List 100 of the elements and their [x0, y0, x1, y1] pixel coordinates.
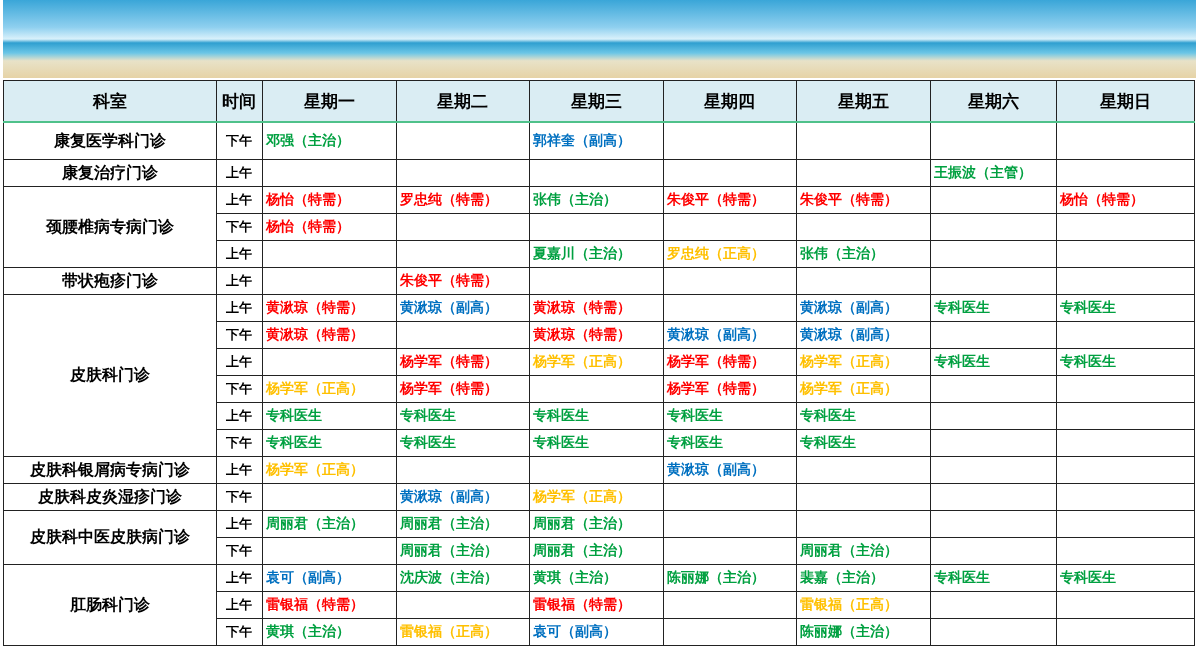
time-cell: 上午: [216, 510, 263, 538]
doctor-cell: 周丽君（主治）: [796, 537, 931, 565]
doctor-cell: 黄湫琼（副高）: [663, 456, 797, 484]
doctor-cell: 专科医生: [796, 429, 931, 457]
column-header: 科室: [3, 80, 217, 122]
time-cell: 下午: [216, 213, 263, 241]
time-cell: 下午: [216, 321, 263, 349]
doctor-cell: 专科医生: [396, 402, 530, 430]
doctor-cell: 黄湫琼（副高）: [796, 321, 931, 349]
time-cell: 上午: [216, 348, 263, 376]
time-cell: 下午: [216, 483, 263, 511]
doctor-cell: 杨学军（正高）: [262, 375, 397, 403]
doctor-cell: 专科医生: [663, 429, 797, 457]
doctor-cell: 邓强（主治）: [262, 122, 397, 160]
doctor-cell: 夏嘉川（主治）: [529, 240, 664, 268]
doctor-cell: 黄湫琼（副高）: [663, 321, 797, 349]
doctor-cell: 陈丽娜（主治）: [663, 564, 797, 592]
time-cell: 下午: [216, 122, 263, 160]
time-cell: 下午: [216, 375, 263, 403]
doctor-cell: 周丽君（主治）: [529, 510, 664, 538]
doctor-cell: 罗忠纯（正高）: [663, 240, 797, 268]
doctor-cell: 专科医生: [663, 402, 797, 430]
doctor-cell: 黄湫琼（副高）: [396, 294, 530, 322]
doctor-cell: 杨学军（正高）: [262, 456, 397, 484]
doctor-cell: 专科医生: [796, 402, 931, 430]
doctor-cell: 黄湫琼（副高）: [796, 294, 931, 322]
doctor-cell: 雷银福（特需）: [262, 591, 397, 619]
time-cell: 上午: [216, 591, 263, 619]
doctor-cell: 杨学军（特需）: [663, 375, 797, 403]
doctor-cell: 黄湫琼（副高）: [396, 483, 530, 511]
doctor-cell: 裴嘉（主治）: [796, 564, 931, 592]
doctor-cell: 朱俊平（特需）: [663, 186, 797, 214]
doctor-cell: 杨怡（特需）: [262, 186, 397, 214]
doctor-cell: 周丽君（主治）: [262, 510, 397, 538]
doctor-cell: 专科医生: [930, 294, 1057, 322]
department-cell: 带状疱疹门诊: [3, 267, 217, 295]
doctor-cell: 黄湫琼（特需）: [529, 294, 664, 322]
doctor-cell: 周丽君（主治）: [396, 537, 530, 565]
doctor-cell: 专科医生: [262, 402, 397, 430]
doctor-cell: 杨学军（特需）: [663, 348, 797, 376]
doctor-cell: 雷银福（正高）: [396, 618, 530, 646]
doctor-cell: 专科医生: [1056, 564, 1195, 592]
doctor-cell: 杨怡（特需）: [1056, 186, 1195, 214]
doctor-cell: 专科医生: [1056, 294, 1195, 322]
department-cell: 肛肠科门诊: [3, 564, 217, 646]
doctor-cell: 张伟（主治）: [529, 186, 664, 214]
doctor-cell: 杨学军（正高）: [529, 348, 664, 376]
doctor-cell: 专科医生: [396, 429, 530, 457]
doctor-cell: 沈庆波（主治）: [396, 564, 530, 592]
doctor-cell: 陈丽娜（主治）: [796, 618, 931, 646]
time-cell: 上午: [216, 159, 263, 187]
doctor-cell: 罗忠纯（特需）: [396, 186, 530, 214]
time-cell: 上午: [216, 186, 263, 214]
department-cell: 皮肤科门诊: [3, 294, 217, 457]
column-header: 星期四: [663, 80, 797, 122]
doctor-cell: 专科医生: [930, 348, 1057, 376]
department-cell: 皮肤科皮炎湿疹门诊: [3, 483, 217, 511]
department-cell: 皮肤科银屑病专病门诊: [3, 456, 217, 484]
time-cell: 上午: [216, 294, 263, 322]
doctor-cell: 杨怡（特需）: [262, 213, 397, 241]
department-cell: 康复治疗门诊: [3, 159, 217, 187]
column-header: 星期一: [262, 80, 397, 122]
doctor-cell: 杨学军（特需）: [396, 375, 530, 403]
time-cell: 上午: [216, 240, 263, 268]
department-cell: 皮肤科中医皮肤病门诊: [3, 510, 217, 565]
doctor-cell: 黄湫琼（特需）: [262, 321, 397, 349]
doctor-cell: 专科医生: [1056, 348, 1195, 376]
time-cell: 下午: [216, 429, 263, 457]
time-cell: 上午: [216, 402, 263, 430]
doctor-cell: 张伟（主治）: [796, 240, 931, 268]
column-header: 时间: [216, 80, 263, 122]
column-header: 星期六: [930, 80, 1057, 122]
doctor-cell: 黄琪（主治）: [262, 618, 397, 646]
time-cell: 下午: [216, 537, 263, 565]
doctor-cell: 杨学军（正高）: [529, 483, 664, 511]
doctor-cell: 周丽君（主治）: [396, 510, 530, 538]
doctor-cell: 朱俊平（特需）: [796, 186, 931, 214]
doctor-cell: 专科医生: [262, 429, 397, 457]
department-cell: 颈腰椎病专病门诊: [3, 186, 217, 268]
doctor-cell: 专科医生: [930, 564, 1057, 592]
column-header: 星期二: [396, 80, 530, 122]
doctor-cell: 袁可（副高）: [529, 618, 664, 646]
column-header: 星期日: [1056, 80, 1195, 122]
doctor-cell: 黄琪（主治）: [529, 564, 664, 592]
doctor-cell: 杨学军（正高）: [796, 375, 931, 403]
doctor-cell: 雷银福（特需）: [529, 591, 664, 619]
doctor-cell: 雷银福（正高）: [796, 591, 931, 619]
column-header: 星期五: [796, 80, 931, 122]
doctor-cell: 袁可（副高）: [262, 564, 397, 592]
time-cell: 上午: [216, 456, 263, 484]
doctor-cell: 黄湫琼（特需）: [529, 321, 664, 349]
doctor-cell: 黄湫琼（特需）: [262, 294, 397, 322]
doctor-cell: 杨学军（正高）: [796, 348, 931, 376]
doctor-cell: 郭祥奎（副高）: [529, 122, 664, 160]
column-header: 星期三: [529, 80, 664, 122]
time-cell: 上午: [216, 564, 263, 592]
doctor-cell: 周丽君（主治）: [529, 537, 664, 565]
doctor-cell: 王振波（主管）: [930, 159, 1057, 187]
time-cell: 上午: [216, 267, 263, 295]
doctor-cell: 朱俊平（特需）: [396, 267, 530, 295]
